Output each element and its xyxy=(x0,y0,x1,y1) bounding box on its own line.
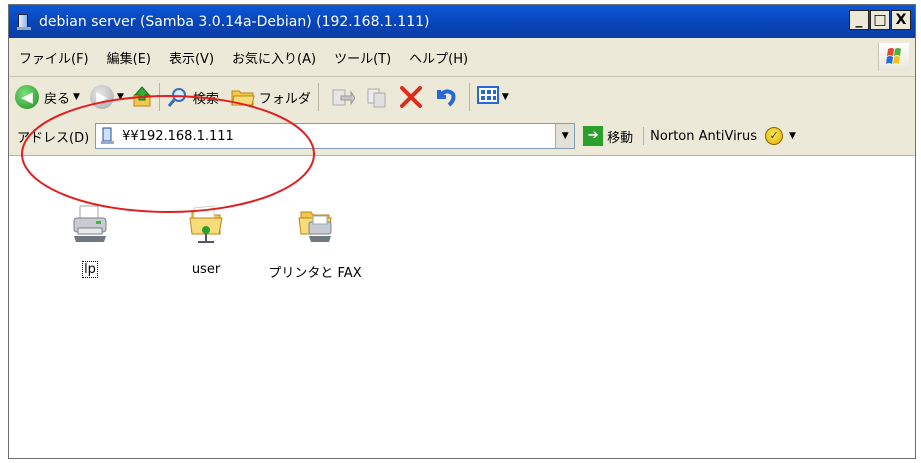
address-label: アドレス(D) xyxy=(17,130,90,146)
file-label: プリンタと FAX xyxy=(268,266,362,281)
chevron-down-icon[interactable]: ▼ xyxy=(789,131,796,141)
delete-icon[interactable] xyxy=(399,86,423,108)
norton-shield-icon: ✓ xyxy=(765,127,784,145)
norton-antivirus-button[interactable]: Norton AntiVirus ✓ ▼ xyxy=(643,127,796,145)
back-button[interactable]: ◀ 戻る ▼ xyxy=(9,85,80,109)
menu-bar: ファイル(F) 編集(E) 表示(V) お気に入り(A) ツール(T) ヘルプ(… xyxy=(9,38,915,77)
search-label: 検索 xyxy=(192,91,219,107)
maximize-button[interactable]: □ xyxy=(870,10,890,30)
explorer-window: debian server (Samba 3.0.14a-Debian) (19… xyxy=(8,4,916,459)
toolbar-separator xyxy=(468,83,470,111)
folders-label: フォルダ xyxy=(258,91,311,107)
menu-help[interactable]: ヘルプ(H) xyxy=(409,48,468,67)
forward-button[interactable]: ▶ ▼ xyxy=(80,85,124,109)
folders-button[interactable]: フォルダ xyxy=(231,87,311,107)
menu-edit[interactable]: 編集(E) xyxy=(107,48,151,67)
go-button[interactable]: ➔ 移動 xyxy=(583,126,633,146)
computer-icon xyxy=(100,127,116,145)
views-button[interactable]: ▼ xyxy=(476,85,509,109)
search-button[interactable]: 検索 xyxy=(167,86,219,108)
list-item[interactable]: プリンタと FAX xyxy=(263,202,367,281)
address-input[interactable]: ¥¥192.168.1.111 ▼ xyxy=(95,123,576,149)
toolbar-separator xyxy=(158,83,160,111)
file-view[interactable]: lp user プリンタと FAX xyxy=(9,156,915,458)
views-icon xyxy=(476,85,499,109)
list-item[interactable]: lp xyxy=(45,202,135,278)
computer-icon xyxy=(17,13,33,31)
address-bar: アドレス(D) ¥¥192.168.1.111 ▼ ➔ 移動 Norton An… xyxy=(9,117,915,156)
window-title: debian server (Samba 3.0.14a-Debian) (19… xyxy=(39,13,430,30)
menu-file[interactable]: ファイル(F) xyxy=(19,48,89,67)
undo-icon[interactable] xyxy=(433,86,457,108)
printer-share-icon xyxy=(68,202,112,246)
forward-arrow-icon: ▶ xyxy=(89,85,114,109)
copy-to-icon[interactable] xyxy=(365,86,389,108)
close-button[interactable]: X xyxy=(891,10,911,30)
window-controls: _ □ X xyxy=(849,10,911,30)
norton-label: Norton AntiVirus xyxy=(650,128,758,144)
list-item[interactable]: user xyxy=(161,202,251,277)
move-to-icon[interactable] xyxy=(331,86,356,108)
go-arrow-icon: ➔ xyxy=(583,126,604,146)
up-folder-icon[interactable] xyxy=(132,86,152,108)
chevron-down-icon[interactable]: ▼ xyxy=(502,92,509,102)
file-label: user xyxy=(191,262,221,277)
menu-favorites[interactable]: お気に入り(A) xyxy=(232,48,316,67)
menu-view[interactable]: 表示(V) xyxy=(169,48,214,67)
title-bar[interactable]: debian server (Samba 3.0.14a-Debian) (19… xyxy=(9,5,915,38)
file-label: lp xyxy=(82,261,98,278)
back-arrow-icon: ◀ xyxy=(15,85,39,109)
chevron-down-icon[interactable]: ▼ xyxy=(555,124,575,148)
windows-logo-icon xyxy=(878,43,909,71)
go-label: 移動 xyxy=(607,130,634,146)
chevron-down-icon[interactable]: ▼ xyxy=(73,92,80,102)
folder-icon xyxy=(231,87,255,107)
menu-tools[interactable]: ツール(T) xyxy=(334,48,391,67)
standard-toolbar: ◀ 戻る ▼ ▶ ▼ 検索 フォルダ ▼ xyxy=(9,77,915,118)
chevron-down-icon[interactable]: ▼ xyxy=(117,92,124,102)
back-label: 戻る xyxy=(44,91,71,107)
shared-folder-icon xyxy=(184,202,228,246)
minimize-button[interactable]: _ xyxy=(849,10,869,30)
address-value: ¥¥192.168.1.111 xyxy=(122,128,234,144)
printers-faxes-folder-icon xyxy=(293,202,337,246)
search-icon xyxy=(167,86,189,108)
toolbar-separator xyxy=(317,83,319,111)
